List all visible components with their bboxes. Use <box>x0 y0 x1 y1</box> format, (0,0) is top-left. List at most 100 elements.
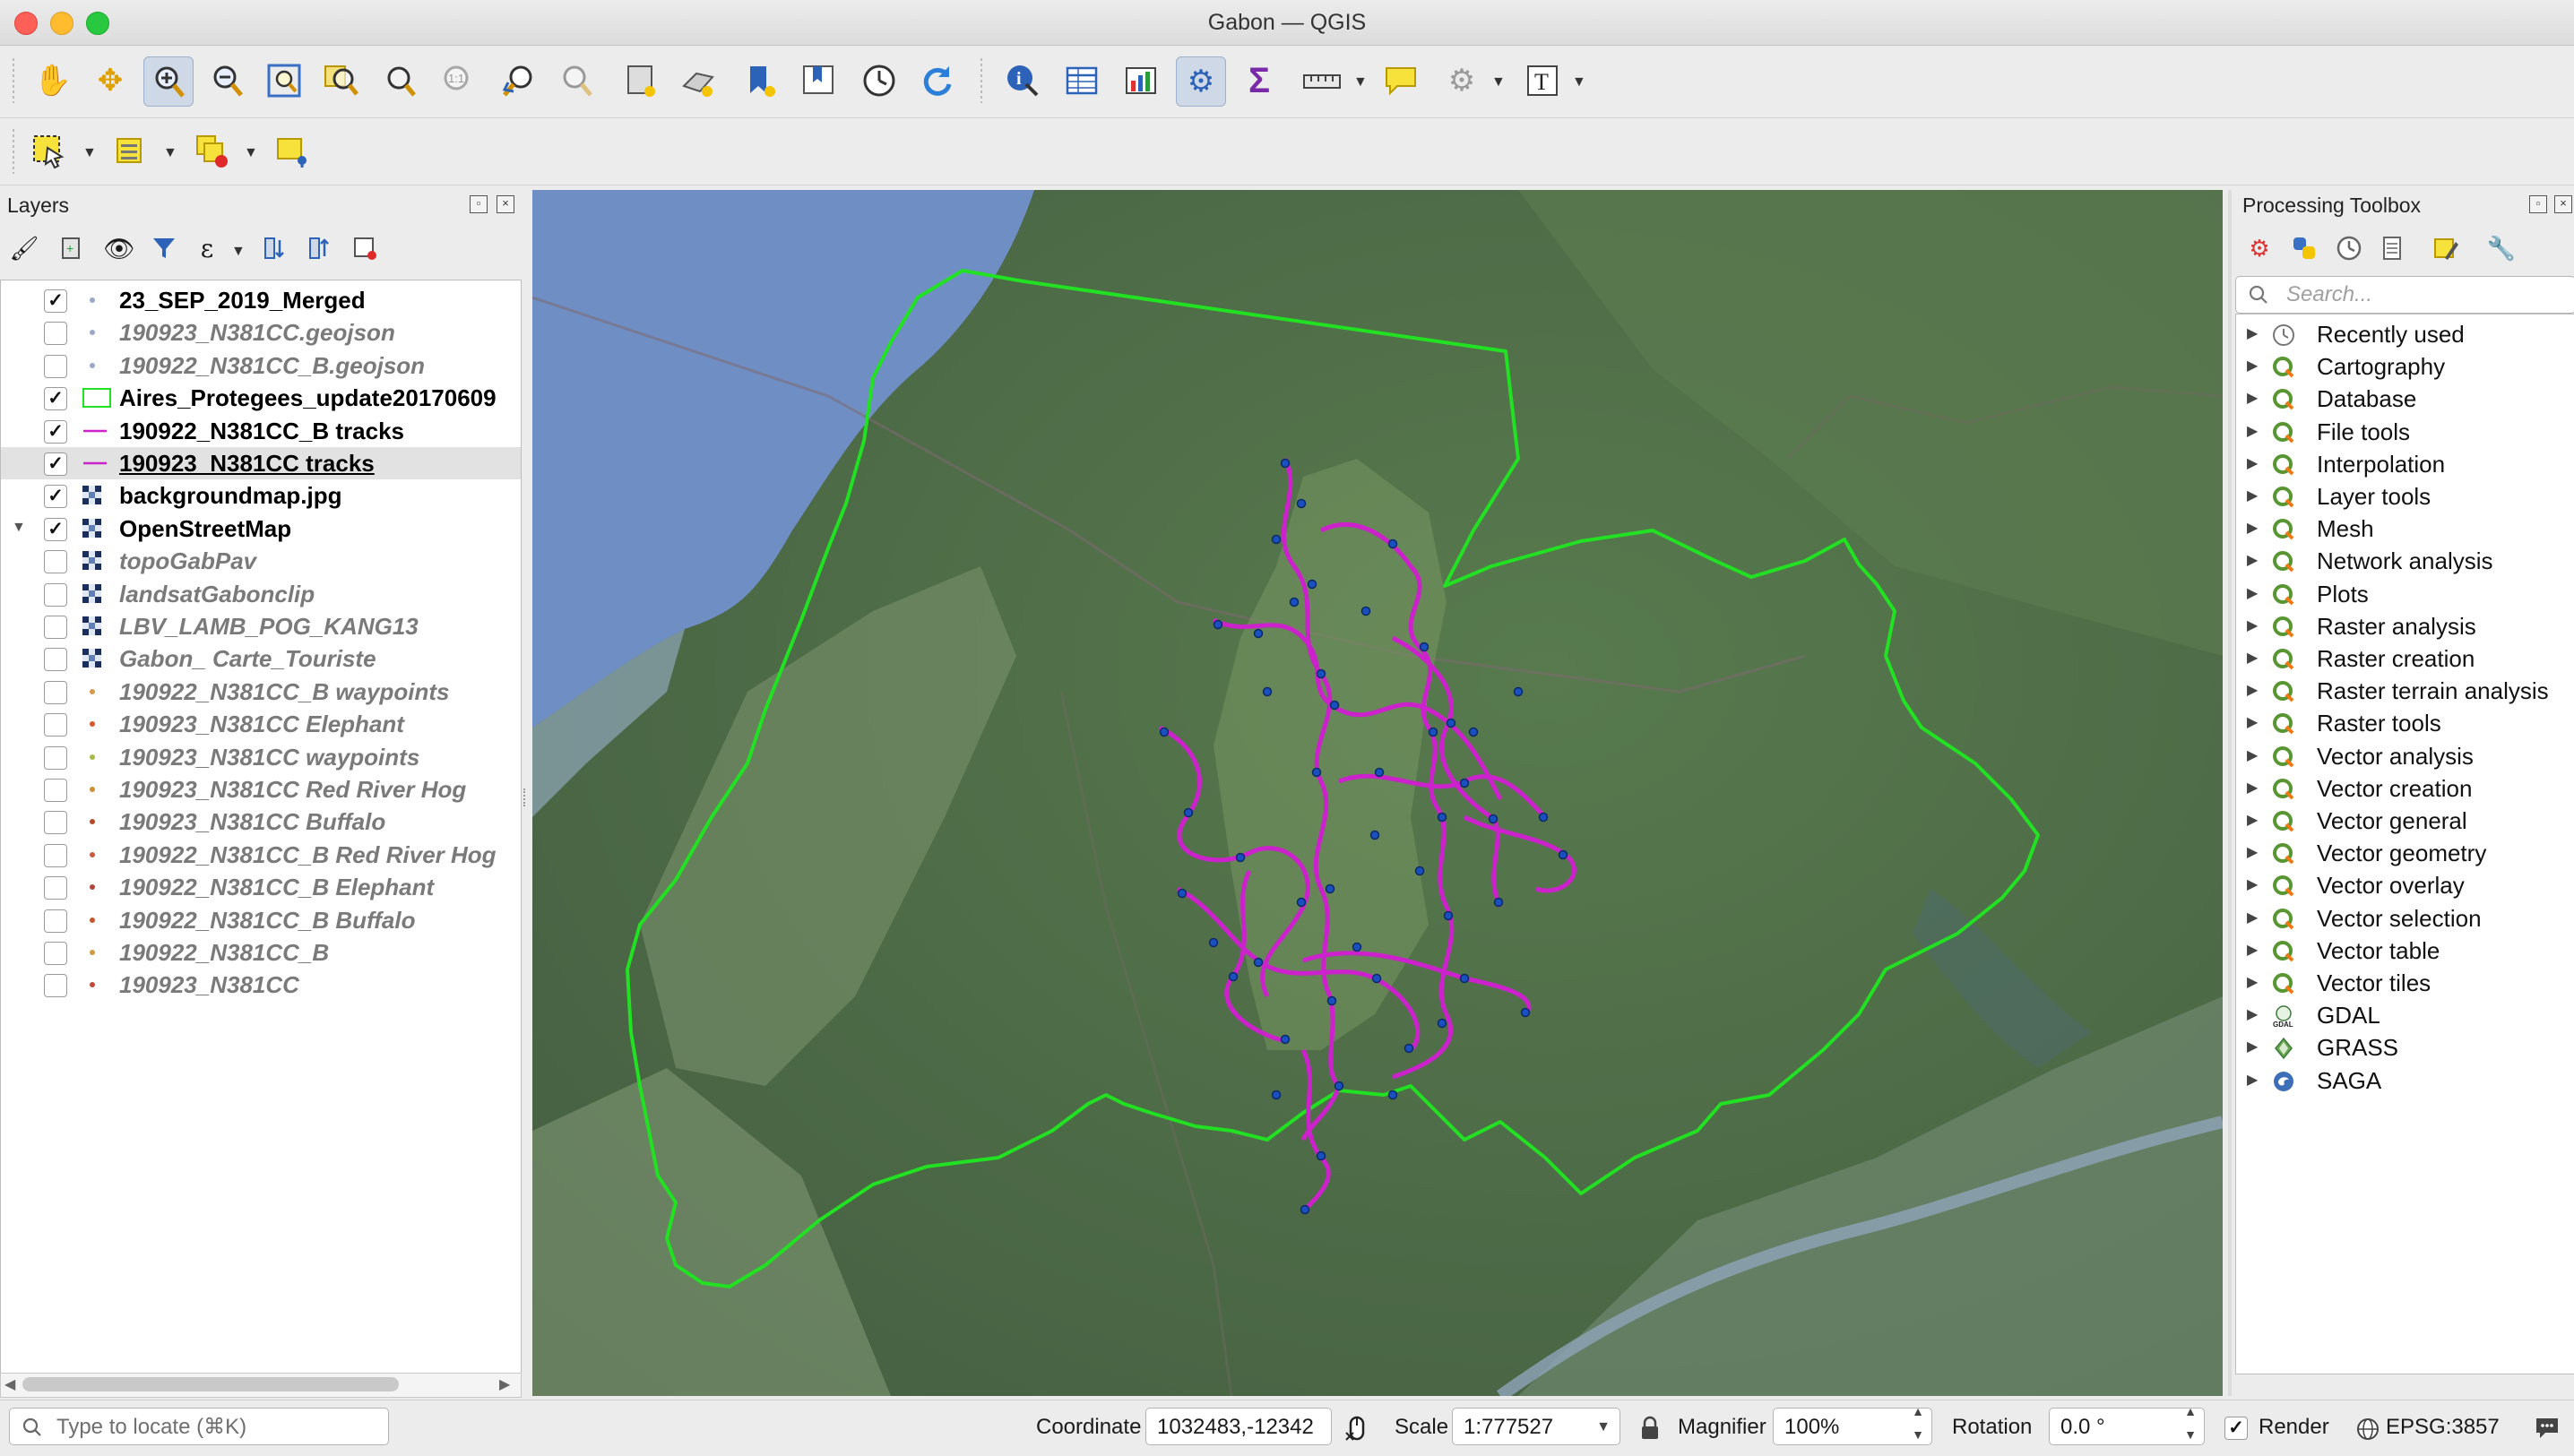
toolbox-provider-item[interactable]: ▶ Raster creation <box>2236 642 2574 675</box>
layer-visibility-checkbox[interactable]: ✓ <box>44 419 67 444</box>
toolbox-provider-item[interactable]: ▶ Vector selection <box>2236 902 2574 935</box>
layer-visibility-checkbox[interactable]: ✓ <box>44 485 67 509</box>
expand-arrow-icon[interactable]: ▶ <box>2247 545 2258 577</box>
text-annotation-icon[interactable]: T <box>1518 56 1567 105</box>
toolbox-provider-item[interactable]: ▶ Vector analysis <box>2236 740 2574 772</box>
layers-horizontal-scrollbar[interactable]: ◀ ▶ <box>0 1373 522 1398</box>
refresh-icon[interactable] <box>912 56 961 105</box>
magnifier-down-icon[interactable]: ▼ <box>1912 1426 1924 1443</box>
layer-row[interactable]: topoGabPav <box>1 545 521 577</box>
results-viewer-icon[interactable] <box>2371 228 2413 269</box>
toolbox-provider-item[interactable]: ▶ Database <box>2236 383 2574 415</box>
layer-visibility-checkbox[interactable]: ✓ <box>44 387 67 411</box>
toolbox-provider-item[interactable]: ▶ Vector overlay <box>2236 869 2574 901</box>
select-by-value-icon[interactable] <box>108 127 156 176</box>
layer-row[interactable]: ✓ 190923_N381CC tracks <box>1 447 521 479</box>
layer-visibility-checkbox[interactable]: ✓ <box>44 289 67 313</box>
expand-arrow-icon[interactable]: ▶ <box>2247 869 2258 901</box>
expand-arrow-icon[interactable]: ▶ <box>2247 740 2258 772</box>
layer-visibility-checkbox[interactable]: ✓ <box>44 452 67 476</box>
layer-row[interactable]: landsatGabonclip <box>1 578 521 610</box>
zoom-out-icon[interactable] <box>203 56 251 105</box>
zoom-full-icon[interactable] <box>260 56 308 105</box>
deselect-all-icon[interactable] <box>188 127 237 176</box>
toolbox-provider-item[interactable]: ▶ GRASS <box>2236 1031 2574 1064</box>
edit-features-in-place-icon[interactable] <box>2425 228 2466 269</box>
lock-scale-icon[interactable] <box>1638 1415 1662 1442</box>
layer-row[interactable]: ✓ backgroundmap.jpg <box>1 479 521 512</box>
layer-row[interactable]: 190922_N381CC_B waypoints <box>1 676 521 708</box>
toolbox-provider-item[interactable]: ▶ Vector general <box>2236 805 2574 837</box>
toolbox-provider-item[interactable]: ▶ Plots <box>2236 578 2574 610</box>
layer-row[interactable]: 190923_N381CC Elephant <box>1 708 521 740</box>
zoom-to-selection-icon[interactable] <box>317 56 366 105</box>
layers-float-icon[interactable]: ▫ <box>470 195 488 213</box>
toolbox-provider-item[interactable]: ▶ Vector creation <box>2236 772 2574 805</box>
expand-arrow-icon[interactable]: ▶ <box>2247 675 2258 707</box>
layer-visibility-checkbox[interactable] <box>44 582 67 607</box>
toolbox-provider-item[interactable]: ▶ Vector geometry <box>2236 837 2574 869</box>
expand-arrow-icon[interactable]: ▶ <box>2247 610 2258 642</box>
layer-visibility-checkbox[interactable] <box>44 616 67 639</box>
expand-arrow-icon[interactable]: ▶ <box>2247 967 2258 999</box>
expand-arrow-icon[interactable]: ▶ <box>2247 578 2258 610</box>
layer-row[interactable]: 190922_N381CC_B <box>1 936 521 969</box>
filter-expression-dropdown-icon[interactable]: ▼ <box>231 244 246 260</box>
layer-row[interactable]: 190923_N381CC.geojson <box>1 316 521 349</box>
layer-row[interactable]: Gabon_ Carte_Touriste <box>1 642 521 675</box>
zoom-to-layer-icon[interactable] <box>375 56 423 105</box>
layer-row[interactable]: LBV_LAMB_POG_KANG13 <box>1 610 521 642</box>
panel-splitter[interactable] <box>523 788 529 806</box>
layer-visibility-checkbox[interactable] <box>44 550 67 574</box>
expand-arrow-icon[interactable]: ▶ <box>2247 480 2258 513</box>
expand-arrow-icon[interactable]: ▶ <box>2247 416 2258 448</box>
settings-dropdown-icon[interactable]: ▼ <box>1491 74 1506 90</box>
toolbox-close-icon[interactable]: × <box>2554 195 2572 213</box>
attribute-table-icon[interactable] <box>1058 56 1106 105</box>
magnifier-spinbox[interactable]: 100% ▲ ▼ <box>1773 1408 1932 1445</box>
zoom-native-icon[interactable]: 1:1 <box>432 56 480 105</box>
layer-visibility-checkbox[interactable] <box>44 843 67 867</box>
new-bookmark-icon[interactable] <box>737 56 785 105</box>
layer-visibility-checkbox[interactable] <box>44 909 67 933</box>
expand-arrow-icon[interactable]: ▶ <box>2247 1064 2258 1097</box>
toolbox-provider-item[interactable]: ▶ Layer tools <box>2236 480 2574 513</box>
new-map-view-icon[interactable] <box>617 56 665 105</box>
layer-visibility-checkbox[interactable] <box>44 811 67 835</box>
expand-arrow-icon[interactable]: ▶ <box>2247 350 2258 383</box>
statistical-summary-icon[interactable] <box>1117 56 1165 105</box>
manage-visibility-eye-icon[interactable]: 👁 <box>99 228 140 269</box>
toolbox-provider-item[interactable]: ▶ GDAL GDAL <box>2236 999 2574 1031</box>
toolbox-float-icon[interactable]: ▫ <box>2529 195 2547 213</box>
layers-close-icon[interactable]: × <box>497 195 514 213</box>
toolbox-splitter[interactable] <box>2228 190 2232 1396</box>
rotation-up-icon[interactable]: ▲ <box>2184 1409 2197 1419</box>
scroll-right-arrow-icon[interactable]: ▶ <box>499 1375 510 1393</box>
zoom-next-icon[interactable] <box>552 56 600 105</box>
collapse-all-icon[interactable] <box>299 228 341 269</box>
scroll-thumb[interactable] <box>22 1377 399 1391</box>
layer-row[interactable]: ✓ 23_SEP_2019_Merged <box>1 284 521 316</box>
expand-arrow-icon[interactable]: ▶ <box>2247 642 2258 675</box>
pan-hand-icon[interactable]: ✋ <box>29 56 77 105</box>
toolbox-provider-item[interactable]: ▶ Interpolation <box>2236 448 2574 480</box>
measure-dropdown-icon[interactable]: ▼ <box>1353 74 1368 90</box>
expand-arrow-icon[interactable]: ▶ <box>2247 772 2258 805</box>
expand-arrow-icon[interactable]: ▶ <box>2247 707 2258 739</box>
toolbox-provider-item[interactable]: ▶ Mesh <box>2236 513 2574 545</box>
scale-combobox[interactable]: 1:777527 ▼ <box>1452 1408 1620 1445</box>
settings-gear-icon[interactable]: ⚙ <box>1438 56 1486 105</box>
toolbox-provider-item[interactable]: ▶ Raster analysis <box>2236 610 2574 642</box>
toolbox-provider-item[interactable]: ▶ SAGA <box>2236 1064 2574 1097</box>
select-dropdown-icon[interactable]: ▼ <box>82 145 97 161</box>
history-clock-icon[interactable] <box>2328 228 2370 269</box>
sum-sigma-icon[interactable]: Σ <box>1235 56 1283 105</box>
expand-arrow-icon[interactable]: ▶ <box>2247 513 2258 545</box>
layer-visibility-checkbox[interactable] <box>44 713 67 737</box>
toolbox-provider-item[interactable]: ▶ Cartography <box>2236 350 2574 383</box>
layer-row[interactable]: 190922_N381CC_B Buffalo <box>1 904 521 936</box>
temporal-controller-clock-icon[interactable] <box>855 56 903 105</box>
measure-ruler-icon[interactable] <box>1298 56 1346 105</box>
expand-arrow-icon[interactable]: ▶ <box>2247 837 2258 869</box>
layer-visibility-checkbox[interactable] <box>44 876 67 900</box>
